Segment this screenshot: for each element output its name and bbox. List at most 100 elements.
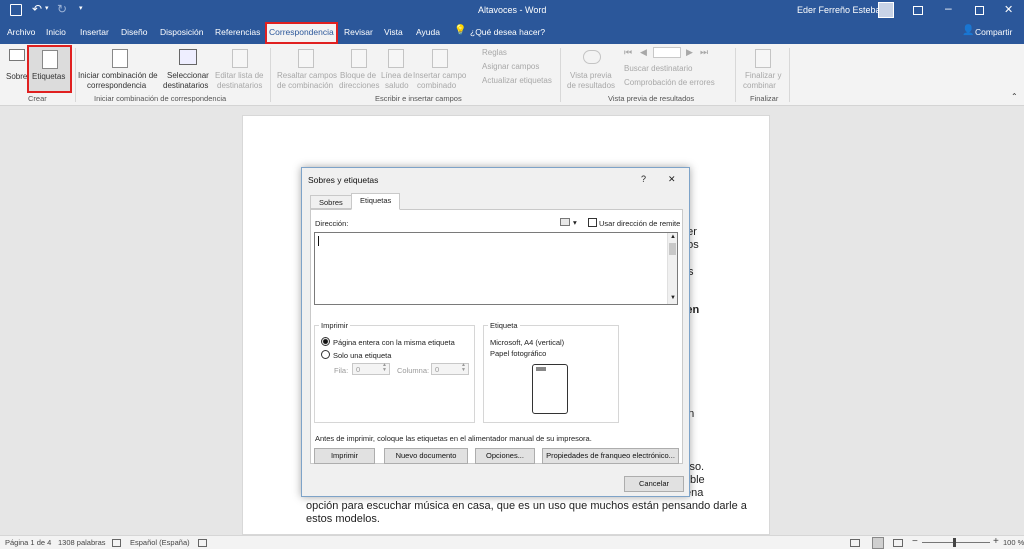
linea-label-1: Línea de — [381, 71, 413, 80]
address-textarea[interactable]: ▲ ▼ — [314, 232, 678, 305]
undo-dropdown-icon[interactable]: ▾ — [45, 4, 49, 12]
group-escribir-label: Escribir e insertar campos — [375, 94, 462, 103]
scroll-thumb[interactable] — [669, 243, 676, 255]
group-vista-label: Vista previa de resultados — [608, 94, 695, 103]
redo-icon[interactable]: ↻ — [57, 2, 67, 16]
pagina-entera-radio[interactable] — [321, 337, 330, 346]
save-icon[interactable] — [10, 4, 22, 16]
linea-saludo-button: Línea de saludo — [381, 46, 413, 92]
zoom-in-icon[interactable]: + — [993, 536, 999, 547]
etiquetas-button[interactable]: Etiquetas — [27, 45, 72, 93]
tell-me-box[interactable]: ¿Qué desea hacer? — [470, 27, 545, 37]
ribbon-display-icon[interactable] — [913, 6, 923, 15]
reglas-button: Reglas — [482, 48, 507, 57]
tab-vista[interactable]: Vista — [384, 27, 403, 37]
close-icon[interactable]: ✕ — [668, 174, 676, 185]
language-indicator[interactable]: Español (España) — [130, 538, 190, 547]
finalizar-label-2: combinar — [743, 81, 776, 90]
user-name[interactable]: Eder Ferreño Esteban — [797, 5, 886, 15]
customize-toolbar-icon[interactable]: ▾ — [79, 4, 83, 12]
minimize-icon[interactable]: – — [945, 1, 952, 15]
address-book-dropdown-icon[interactable]: ▾ — [573, 218, 577, 227]
separator — [270, 48, 271, 102]
greeting-line-icon — [388, 49, 404, 68]
actualizar-etiquetas-button: Actualizar etiquetas — [482, 76, 552, 85]
status-bar: Página 1 de 4 1308 palabras Español (Esp… — [0, 535, 1024, 549]
web-layout-icon[interactable] — [893, 539, 903, 547]
close-window-icon[interactable]: ✕ — [1004, 3, 1013, 16]
iniciar-label-2: correspondencia — [87, 81, 147, 90]
zoom-slider-thumb[interactable] — [953, 538, 956, 547]
zoom-level[interactable]: 100 % — [1003, 538, 1024, 547]
address-book-icon[interactable] — [560, 218, 570, 226]
scroll-up-icon[interactable]: ▲ — [670, 234, 676, 240]
read-mode-icon[interactable] — [850, 539, 860, 547]
spinner-arrows-icon: ▲ ▼ — [461, 362, 466, 373]
tab-archivo[interactable]: Archivo — [7, 27, 35, 37]
direccion-label: Dirección: — [315, 219, 349, 228]
mail-merge-icon — [112, 49, 128, 68]
solo-una-label[interactable]: Solo una etiqueta — [333, 351, 391, 360]
highlight-fields-icon — [298, 49, 314, 68]
tab-referencias[interactable]: Referencias — [215, 27, 260, 37]
window-title: Altavoces - Word — [478, 5, 547, 15]
help-button[interactable]: ? — [641, 174, 646, 184]
etiqueta-line-1: Microsoft, A4 (vertical) — [490, 338, 565, 347]
tab-inicio[interactable]: Inicio — [46, 27, 66, 37]
tab-sobres[interactable]: Sobres — [310, 195, 352, 209]
resaltar-campos-button: Resaltar campos de combinación — [274, 46, 338, 92]
share-button[interactable]: Compartir — [975, 27, 1012, 37]
lightbulb-icon[interactable]: 💡 — [454, 25, 466, 36]
nuevo-documento-button[interactable]: Nuevo documento — [384, 448, 468, 464]
ribbon: Sobres Etiquetas Crear Iniciar combinaci… — [0, 44, 1024, 106]
pagina-entera-label[interactable]: Página entera con la misma etiqueta — [333, 338, 455, 347]
label-preview-mark — [536, 367, 546, 371]
scroll-down-icon[interactable]: ▼ — [670, 295, 676, 301]
imprimir-button[interactable]: Imprimir — [314, 448, 375, 464]
finish-merge-icon — [755, 49, 771, 68]
dialog-title: Sobres y etiquetas — [308, 175, 379, 185]
tab-insertar[interactable]: Insertar — [80, 27, 109, 37]
page-indicator[interactable]: Página 1 de 4 — [5, 538, 51, 547]
envelope-icon — [9, 49, 25, 61]
separator — [560, 48, 561, 102]
buscar-destinatario-button: Buscar destinatario — [624, 64, 693, 73]
etiquetas-label: Etiquetas — [32, 72, 66, 81]
editar-lista-button: Editar lista de destinatarios — [214, 46, 266, 92]
zoom-slider[interactable] — [922, 542, 990, 543]
macro-icon[interactable] — [198, 539, 207, 547]
avatar[interactable] — [878, 2, 894, 18]
person-icon[interactable]: 👤 — [962, 25, 974, 36]
sobres-button[interactable]: Sobres — [4, 46, 31, 86]
opciones-button[interactable]: Opciones... — [475, 448, 535, 464]
proofing-icon[interactable] — [112, 539, 121, 547]
vista-previa-label-1: Vista previa — [570, 71, 612, 80]
iniciar-combinacion-button[interactable]: Iniciar combinación de correspondencia — [78, 46, 162, 92]
tab-disposicion[interactable]: Disposición — [160, 27, 203, 37]
seleccionar-destinatarios-button[interactable]: Seleccionar destinatarios — [163, 46, 213, 92]
tab-ayuda[interactable]: Ayuda — [416, 27, 440, 37]
undo-icon[interactable]: ↶ — [32, 2, 42, 16]
solo-una-radio[interactable] — [321, 350, 330, 359]
maximize-icon[interactable] — [975, 6, 984, 15]
word-count[interactable]: 1308 palabras — [58, 538, 106, 547]
zoom-out-icon[interactable]: − — [912, 536, 918, 547]
seleccionar-label-2: destinatarios — [163, 81, 209, 90]
print-layout-icon[interactable] — [872, 537, 884, 549]
tab-correspondencia[interactable]: Correspondencia — [265, 22, 338, 44]
collapse-ribbon-icon[interactable]: ⌃ — [1011, 92, 1018, 102]
tab-etiquetas[interactable]: Etiquetas — [351, 193, 401, 210]
group-iniciar-label: Iniciar combinación de correspondencia — [94, 94, 227, 103]
propiedades-franqueo-button[interactable]: Propiedades de franqueo electrónico... — [542, 448, 679, 464]
scrollbar[interactable]: ▲ ▼ — [667, 233, 677, 304]
etiqueta-group[interactable]: Etiqueta Microsoft, A4 (vertical) Papel … — [483, 321, 619, 423]
previous-record-icon: ◀ — [640, 47, 647, 57]
first-record-icon: ⏮ — [624, 47, 633, 57]
title-bar: ↶ ▾ ↻ ▾ Altavoces - Word Eder Ferreño Es… — [0, 0, 1024, 22]
insert-field-icon — [432, 49, 448, 68]
tab-diseno[interactable]: Diseño — [121, 27, 147, 37]
tab-revisar[interactable]: Revisar — [344, 27, 373, 37]
usar-remite-checkbox[interactable] — [588, 218, 597, 227]
usar-remite-label[interactable]: Usar dirección de remite — [599, 219, 680, 228]
cancelar-button[interactable]: Cancelar — [624, 476, 684, 492]
